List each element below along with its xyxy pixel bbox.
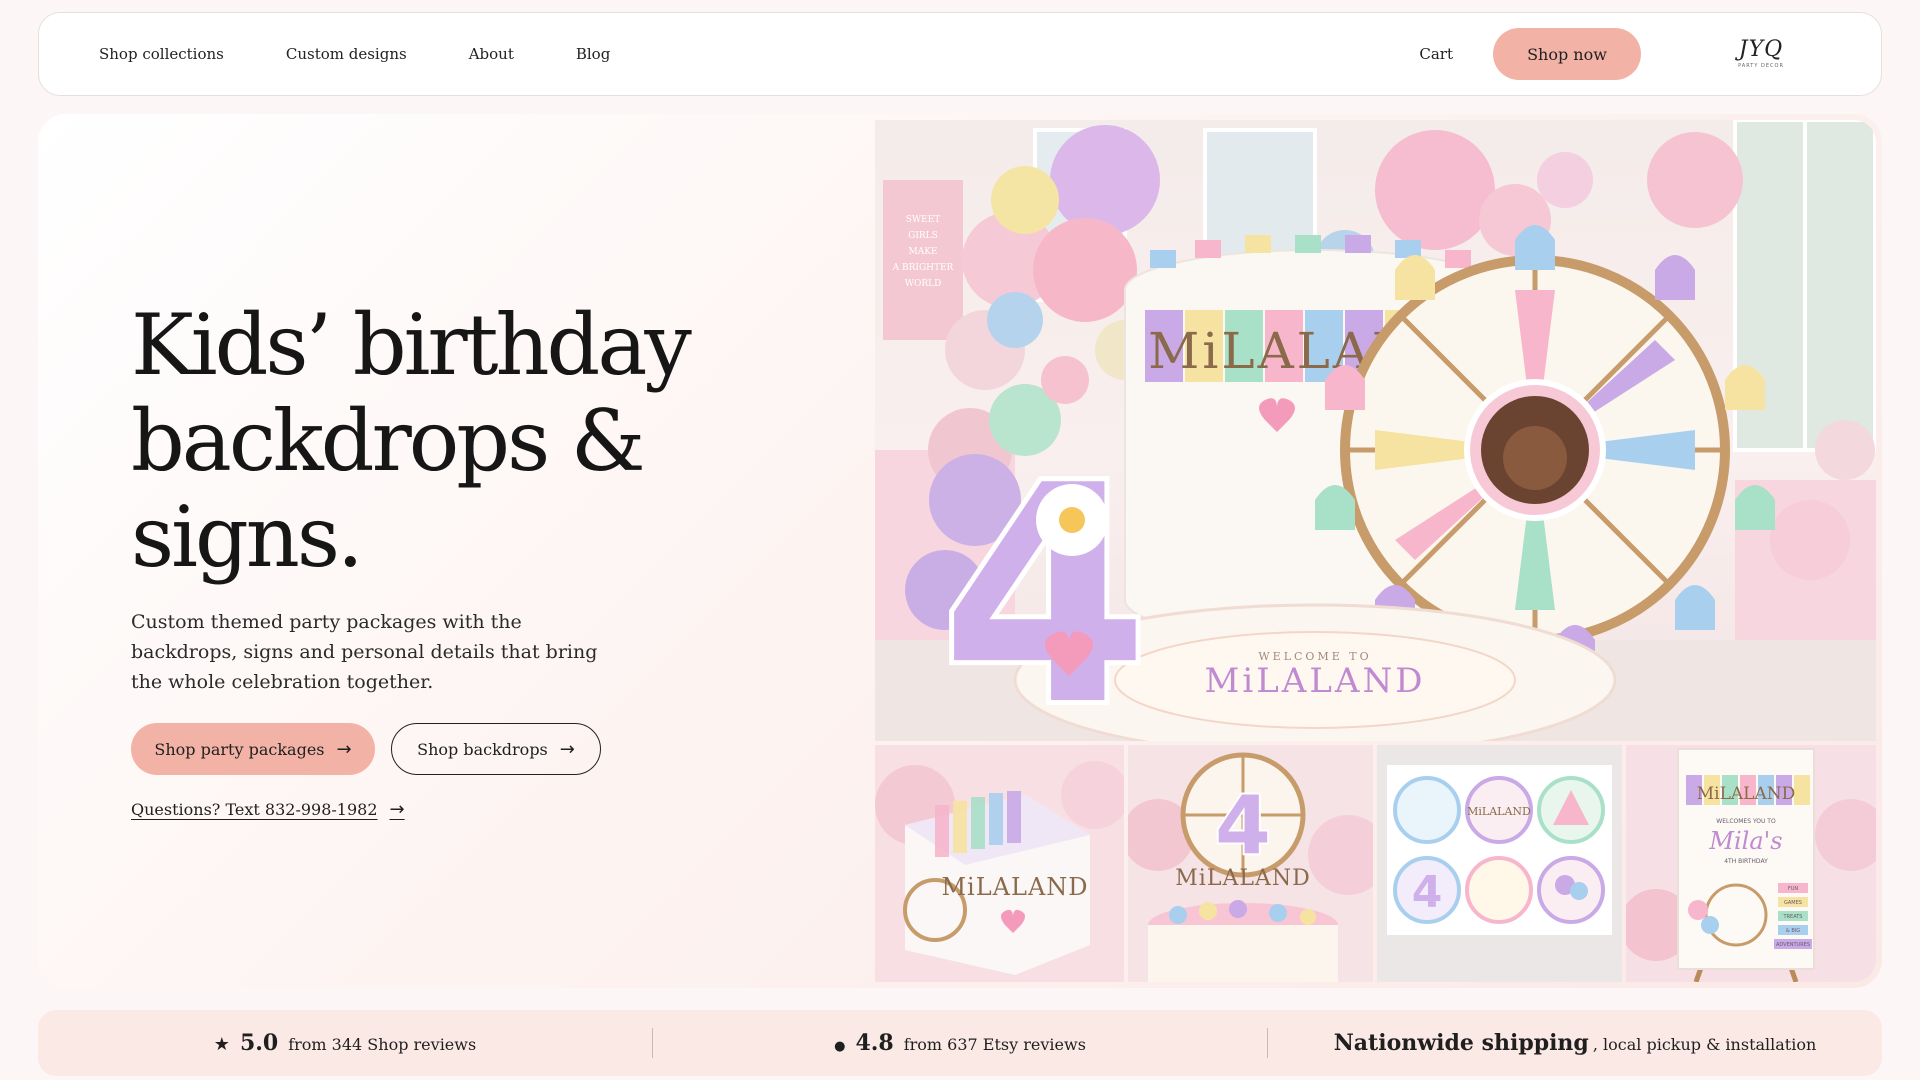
sign-name: Mila's bbox=[1708, 827, 1782, 855]
etsy-review-count: from 637 Etsy reviews bbox=[903, 1035, 1086, 1054]
main-backdrop-photo[interactable]: SWEET GIRLS MAKE A BRIGHTER WORLD MiLALA… bbox=[875, 120, 1876, 741]
sign-tag: GAMES bbox=[1784, 900, 1802, 906]
cake-title: MiLALAND bbox=[1175, 866, 1310, 891]
logo-mark: JYQ bbox=[1738, 37, 1784, 62]
box-title: MiLALAND bbox=[941, 873, 1088, 901]
nav-about[interactable]: About bbox=[469, 45, 514, 63]
hero-section: Kids’ birthday backdrops & signs. Custom… bbox=[38, 114, 1882, 988]
sticker-title: MiLALAND bbox=[1467, 805, 1531, 818]
etsy-dot-icon: ● bbox=[834, 1039, 846, 1054]
shop-rating-stat: ★ 5.0 from 344 Shop reviews bbox=[38, 1030, 652, 1056]
sign-tag: FUN bbox=[1788, 886, 1799, 892]
button-label: Shop party packages bbox=[154, 739, 325, 759]
banner-line: MAKE bbox=[908, 247, 937, 257]
thumbnail-welcome-sign[interactable]: MiLALAND WELCOMES YOU TO Mila's 4TH BIRT… bbox=[1626, 745, 1876, 982]
thumbnail-favor-box[interactable]: MiLALAND bbox=[875, 745, 1124, 982]
hero-copy: Kids’ birthday backdrops & signs. Custom… bbox=[131, 297, 831, 820]
brand-logo[interactable]: JYQ PARTY DECOR bbox=[1701, 37, 1821, 70]
banner-line: SWEET bbox=[906, 215, 941, 225]
arrow-right-icon: → bbox=[559, 738, 575, 760]
shipping-headline: Nationwide shipping bbox=[1333, 1030, 1589, 1056]
nav-blog[interactable]: Blog bbox=[576, 45, 610, 63]
questions-label: Questions? Text 832-998-1982 bbox=[131, 800, 378, 819]
cake-number: 4 bbox=[1215, 779, 1271, 872]
floor-title: MiLALAND bbox=[1205, 661, 1426, 701]
sign-title: MiLALAND bbox=[1697, 784, 1795, 804]
number-four-cutout: 4 bbox=[936, 417, 1155, 741]
nav-shop-collections[interactable]: Shop collections bbox=[99, 45, 224, 63]
banner-line: A BRIGHTER bbox=[892, 263, 954, 273]
arrow-right-icon: → bbox=[389, 799, 405, 820]
cake-photo: 4 MiLALAND bbox=[1128, 745, 1373, 982]
thumbnail-stickers[interactable]: MiLALAND 4 bbox=[1377, 745, 1622, 982]
backdrop-scene: SWEET GIRLS MAKE A BRIGHTER WORLD MiLALA… bbox=[875, 120, 1876, 741]
shipping-detail: , local pickup & installation bbox=[1592, 1035, 1817, 1054]
hero-title-line: backdrops & bbox=[131, 392, 646, 490]
sign-tag: ADVENTURES bbox=[1776, 942, 1810, 948]
number-four: 4 bbox=[941, 422, 1150, 741]
sign-tag: TREATS bbox=[1783, 914, 1803, 920]
shop-party-packages-button[interactable]: Shop party packages → bbox=[131, 723, 375, 775]
stickers-photo: MiLALAND 4 bbox=[1377, 745, 1622, 982]
sign-welcome: WELCOMES YOU TO bbox=[1716, 818, 1776, 825]
nav-links: Shop collections Custom designs About Bl… bbox=[99, 45, 610, 63]
etsy-rating-stat: ● 4.8 from 637 Etsy reviews bbox=[653, 1030, 1267, 1056]
top-navigation: Shop collections Custom designs About Bl… bbox=[38, 12, 1882, 96]
sign-tag: & BIG bbox=[1786, 928, 1800, 934]
shop-backdrops-button[interactable]: Shop backdrops → bbox=[391, 723, 601, 775]
shop-rating-value: 5.0 bbox=[239, 1030, 279, 1056]
hero-cta-row: Shop party packages → Shop backdrops → bbox=[131, 723, 831, 775]
favor-box-photo: MiLALAND bbox=[875, 745, 1124, 982]
trust-stats-bar: ★ 5.0 from 344 Shop reviews ● 4.8 from 6… bbox=[38, 1010, 1882, 1076]
shop-review-count: from 344 Shop reviews bbox=[288, 1035, 477, 1054]
sign-birthday: 4TH BIRTHDAY bbox=[1724, 858, 1768, 865]
shipping-stat: Nationwide shipping , local pickup & ins… bbox=[1268, 1030, 1882, 1056]
logo-subtitle: PARTY DECOR bbox=[1738, 63, 1784, 69]
hero-title: Kids’ birthday backdrops & signs. bbox=[131, 297, 831, 585]
banner-line: WORLD bbox=[905, 279, 942, 289]
hero-subtitle: Custom themed party packages with the ba… bbox=[131, 611, 598, 693]
product-gallery: SWEET GIRLS MAKE A BRIGHTER WORLD MiLALA… bbox=[875, 120, 1876, 982]
nav-custom-designs[interactable]: Custom designs bbox=[286, 45, 407, 63]
sticker-number: 4 bbox=[1412, 867, 1443, 918]
nav-actions: Cart Shop now JYQ PARTY DECOR bbox=[1419, 28, 1821, 80]
etsy-rating-value: 4.8 bbox=[855, 1030, 894, 1056]
shop-now-button[interactable]: Shop now bbox=[1493, 28, 1641, 80]
thumbnail-cake-topper[interactable]: 4 MiLALAND bbox=[1128, 745, 1373, 982]
banner-line: GIRLS bbox=[908, 231, 938, 241]
welcome-sign-photo: MiLALAND WELCOMES YOU TO Mila's 4TH BIRT… bbox=[1626, 745, 1876, 982]
cart-link[interactable]: Cart bbox=[1419, 45, 1453, 63]
hero-title-line: signs. bbox=[131, 488, 364, 586]
questions-text-link[interactable]: Questions? Text 832-998-1982 → bbox=[131, 799, 405, 820]
button-label: Shop backdrops bbox=[417, 739, 548, 759]
arrow-right-icon: → bbox=[336, 738, 352, 760]
star-icon: ★ bbox=[213, 1034, 230, 1055]
hero-title-line: Kids’ birthday bbox=[131, 296, 692, 394]
